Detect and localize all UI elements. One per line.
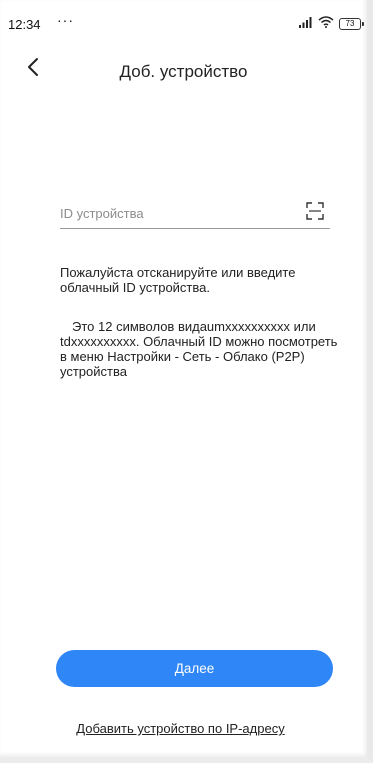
scan-button[interactable] xyxy=(306,202,324,220)
page-title: Доб. устройство xyxy=(119,62,248,81)
add-by-ip-link[interactable]: Добавить устройство по IP-адресу xyxy=(0,721,361,736)
status-more-dots: ··· xyxy=(57,12,74,28)
header: Доб. устройство xyxy=(0,52,367,92)
wifi-icon xyxy=(318,15,334,33)
app-screen: 12:34 ··· 73 Доб. устройство ID устройст… xyxy=(0,0,373,763)
next-button[interactable]: Далее xyxy=(56,650,333,687)
status-time: 12:34 xyxy=(8,17,41,32)
cloud-id-description-text: Это 12 символов видаumxxxxxxxxxx или tdx… xyxy=(60,319,338,379)
scan-icon xyxy=(306,202,324,224)
device-id-field xyxy=(60,198,330,229)
status-bar: 12:34 ··· 73 xyxy=(0,0,367,34)
battery-icon: 73 xyxy=(339,18,364,30)
signal-icon xyxy=(299,15,313,33)
status-icons: 73 xyxy=(299,15,364,33)
device-id-input[interactable] xyxy=(60,202,290,224)
scan-instruction-text: Пожалуйста отсканируйте или введите обла… xyxy=(60,265,296,295)
